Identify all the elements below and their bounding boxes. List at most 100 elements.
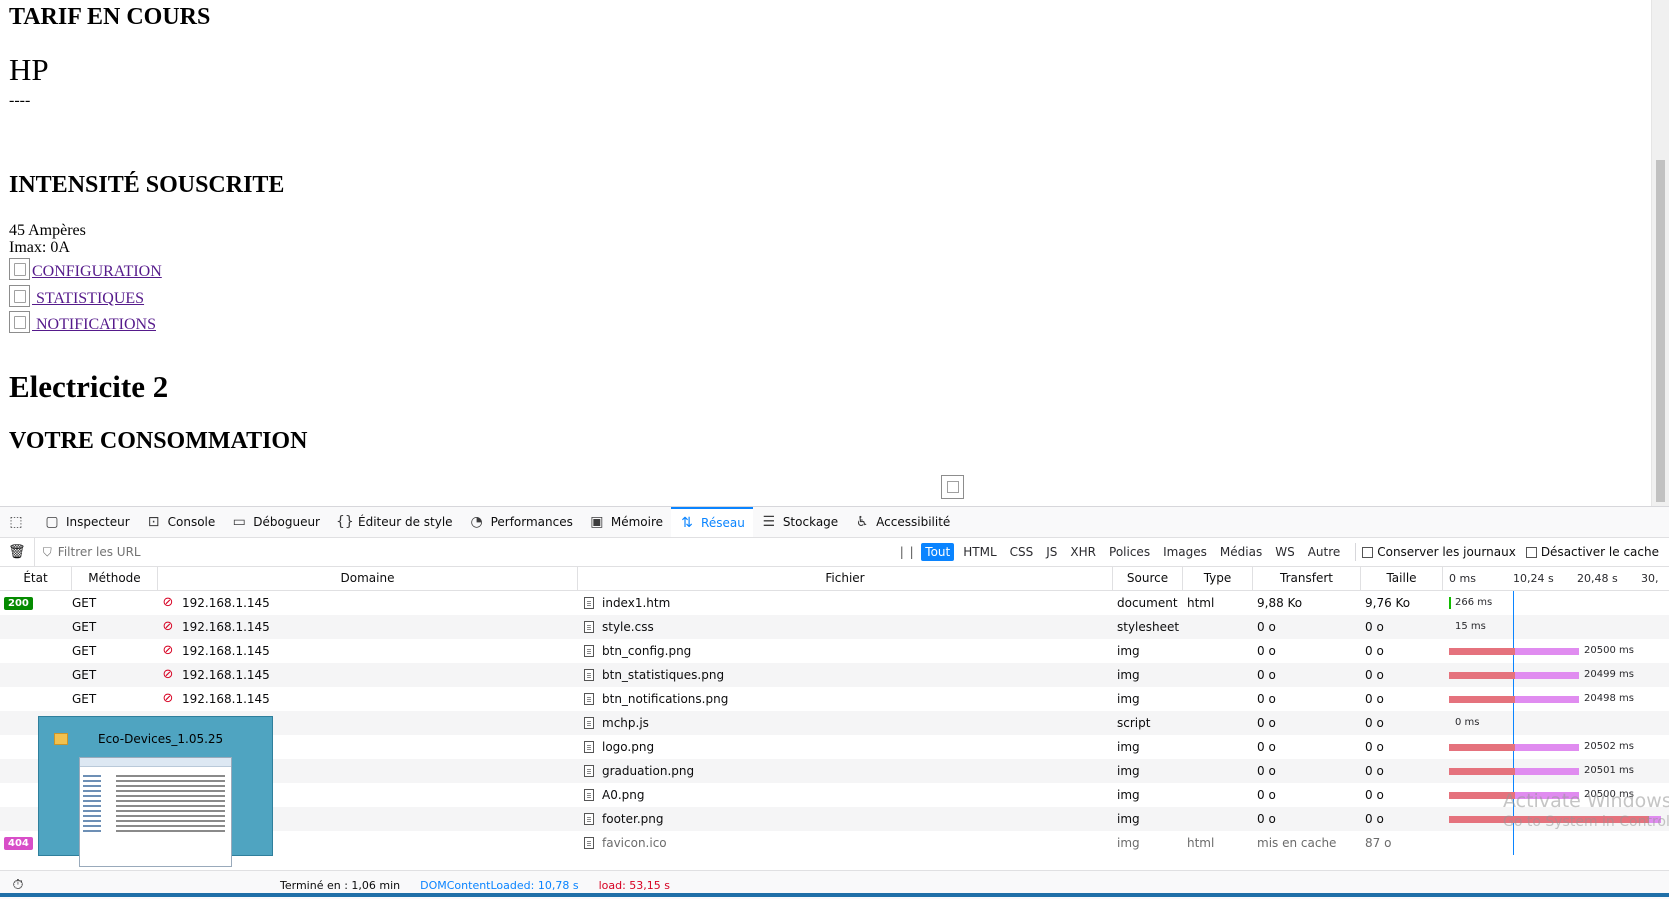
thumbnail-title-row: Eco-Devices_1.05.25 [54, 732, 223, 746]
tab-inspecteur[interactable]: ▢ Inspecteur [36, 507, 138, 537]
imax-value: Imax: 0A [9, 239, 70, 256]
element-picker-button[interactable]: ⬚ [0, 507, 36, 537]
filter-type-7[interactable]: Médias [1216, 543, 1266, 561]
checkbox-label: Conserver les journaux [1377, 545, 1516, 559]
size-cell: 9,76 Ko [1365, 596, 1411, 610]
waterfall-cell: 20501 ms [1443, 759, 1669, 783]
column-source[interactable]: Source [1113, 567, 1183, 590]
filter-type-8[interactable]: WS [1271, 543, 1298, 561]
notifications-link[interactable]: NOTIFICATIONS [32, 317, 156, 333]
scrollbar-thumb[interactable] [1656, 160, 1665, 502]
table-row[interactable]: GET ⊘ 192.168.1.145 btn_config.png img 0 o 0 o… [0, 639, 1669, 663]
column-etat[interactable]: État [0, 567, 72, 590]
table-row[interactable]: GET ⊘ 192.168.1.145 style.css stylesheet 0 o 0… [0, 615, 1669, 639]
method-cell: GET [72, 668, 97, 682]
transfer-cell: 9,88 Ko [1257, 596, 1303, 610]
tab-label: Débogueur [253, 515, 320, 529]
filter-type-9[interactable]: Autre [1304, 543, 1345, 561]
pause-recording-button[interactable]: | | [893, 545, 921, 559]
consommation-heading: VOTRE CONSOMMATION [9, 428, 308, 454]
transfer-cell: 0 o [1257, 644, 1276, 658]
tab-label: Mémoire [610, 515, 664, 529]
nav-notifications[interactable]: NOTIFICATIONS [9, 309, 156, 333]
domain-text: 192.168.1.145 [182, 644, 270, 658]
tab-accessibilite[interactable]: ♿ Accessibilité [846, 507, 958, 537]
storage-icon: ☰ [762, 514, 776, 530]
status-cell: 200 [0, 591, 72, 615]
column-transfert[interactable]: Transfert [1253, 567, 1361, 590]
file-icon [584, 765, 594, 777]
method-cell: GET [72, 620, 97, 634]
filter-type-0[interactable]: Tout [921, 543, 955, 561]
size-cell: 0 o [1365, 764, 1384, 778]
table-row[interactable]: GET ⊘ 192.168.1.145 btn_statistiques.png img… [0, 663, 1669, 687]
taskbar-thumbnail[interactable]: Eco-Devices_1.05.25 [38, 716, 273, 867]
column-waterfall[interactable]: 0 ms 10,24 s 20,48 s 30, [1443, 567, 1669, 590]
waterfall-blocked-bar [1449, 672, 1515, 679]
window-preview[interactable] [79, 757, 232, 867]
memory-icon: ▣ [590, 514, 604, 530]
tab-reseau[interactable]: ⇅ Réseau [671, 507, 753, 537]
tab-performances[interactable]: ◔ Performances [461, 507, 581, 537]
tarif-heading: TARIF EN COURS [9, 4, 211, 30]
waterfall-waiting-bar [1515, 696, 1579, 703]
filter-type-4[interactable]: XHR [1066, 543, 1100, 561]
file-name: A0.png [602, 788, 645, 802]
disable-cache-checkbox[interactable]: Désactiver le cache [1525, 545, 1659, 559]
waterfall-cell [1443, 831, 1669, 855]
checkbox[interactable] [1362, 546, 1374, 558]
table-row[interactable]: GET ⊘ 192.168.1.145 btn_notifications.png im… [0, 687, 1669, 711]
nav-configuration[interactable]: CONFIGURATION [9, 256, 162, 280]
watermark-line2: Go to System in Control [1503, 814, 1669, 830]
tab-stockage[interactable]: ☰ Stockage [753, 507, 846, 537]
waterfall-blocked-bar [1449, 744, 1515, 751]
source-cell: script [1117, 716, 1151, 730]
domain-text: 192.168.1.145 [182, 596, 270, 610]
waterfall-cell: 20500 ms [1443, 639, 1669, 663]
waterfall-waiting-bar [1515, 768, 1579, 775]
file-cell: btn_statistiques.png [578, 663, 1113, 687]
file-name: favicon.ico [602, 836, 667, 850]
tab-debogueur[interactable]: ▭ Débogueur [223, 507, 328, 537]
filter-type-2[interactable]: CSS [1006, 543, 1038, 561]
waterfall-cell: 15 ms [1443, 615, 1669, 639]
transfer-cell: 0 o [1257, 692, 1276, 706]
filter-type-6[interactable]: Images [1159, 543, 1211, 561]
insecure-lock-icon: ⊘ [162, 691, 174, 706]
source-cell: img [1117, 812, 1140, 826]
filter-type-1[interactable]: HTML [959, 543, 1000, 561]
size-cell: 0 o [1365, 788, 1384, 802]
waterfall-time: 20498 ms [1584, 693, 1634, 704]
statistiques-link[interactable]: STATISTIQUES [32, 291, 144, 307]
tab-memoire[interactable]: ▣ Mémoire [581, 507, 671, 537]
transfer-cell: 0 o [1257, 764, 1276, 778]
column-fichier[interactable]: Fichier [578, 567, 1113, 590]
url-filter-input[interactable]: ⛉ Filtrer les URL [33, 538, 893, 566]
column-methode[interactable]: Méthode [72, 567, 158, 590]
column-taille[interactable]: Taille [1361, 567, 1443, 590]
configuration-link[interactable]: CONFIGURATION [32, 264, 162, 280]
clear-requests-button[interactable]: 🗑 [0, 544, 34, 560]
persist-logs-checkbox[interactable]: Conserver les journaux [1362, 545, 1516, 559]
performance-analysis-button[interactable]: ⏱ [0, 877, 36, 893]
activation-watermark: Activate Windows Go to System in Control [1503, 790, 1669, 830]
transfer-cell: 0 o [1257, 788, 1276, 802]
column-domaine[interactable]: Domaine [158, 567, 578, 590]
tab-console[interactable]: ⊡ Console [138, 507, 224, 537]
table-row[interactable]: 200 GET ⊘ 192.168.1.145 index1.htm document ht… [0, 591, 1669, 615]
domain-cell: ⊘ 192.168.1.145 [158, 687, 578, 711]
file-icon [584, 741, 594, 753]
trash-icon: 🗑 [8, 544, 26, 560]
checkbox[interactable] [1525, 546, 1537, 558]
waterfall-time: 20501 ms [1584, 765, 1634, 776]
file-icon [584, 789, 594, 801]
column-type[interactable]: Type [1183, 567, 1253, 590]
nav-statistiques[interactable]: STATISTIQUES [9, 283, 144, 307]
tab-editeur-style[interactable]: {} Éditeur de style [328, 507, 461, 537]
insecure-lock-icon: ⊘ [162, 619, 174, 634]
filter-type-5[interactable]: Polices [1105, 543, 1154, 561]
filter-type-3[interactable]: JS [1042, 543, 1061, 561]
file-name: mchp.js [602, 716, 649, 730]
file-cell: btn_config.png [578, 639, 1113, 663]
page-scrollbar[interactable] [1651, 0, 1669, 506]
